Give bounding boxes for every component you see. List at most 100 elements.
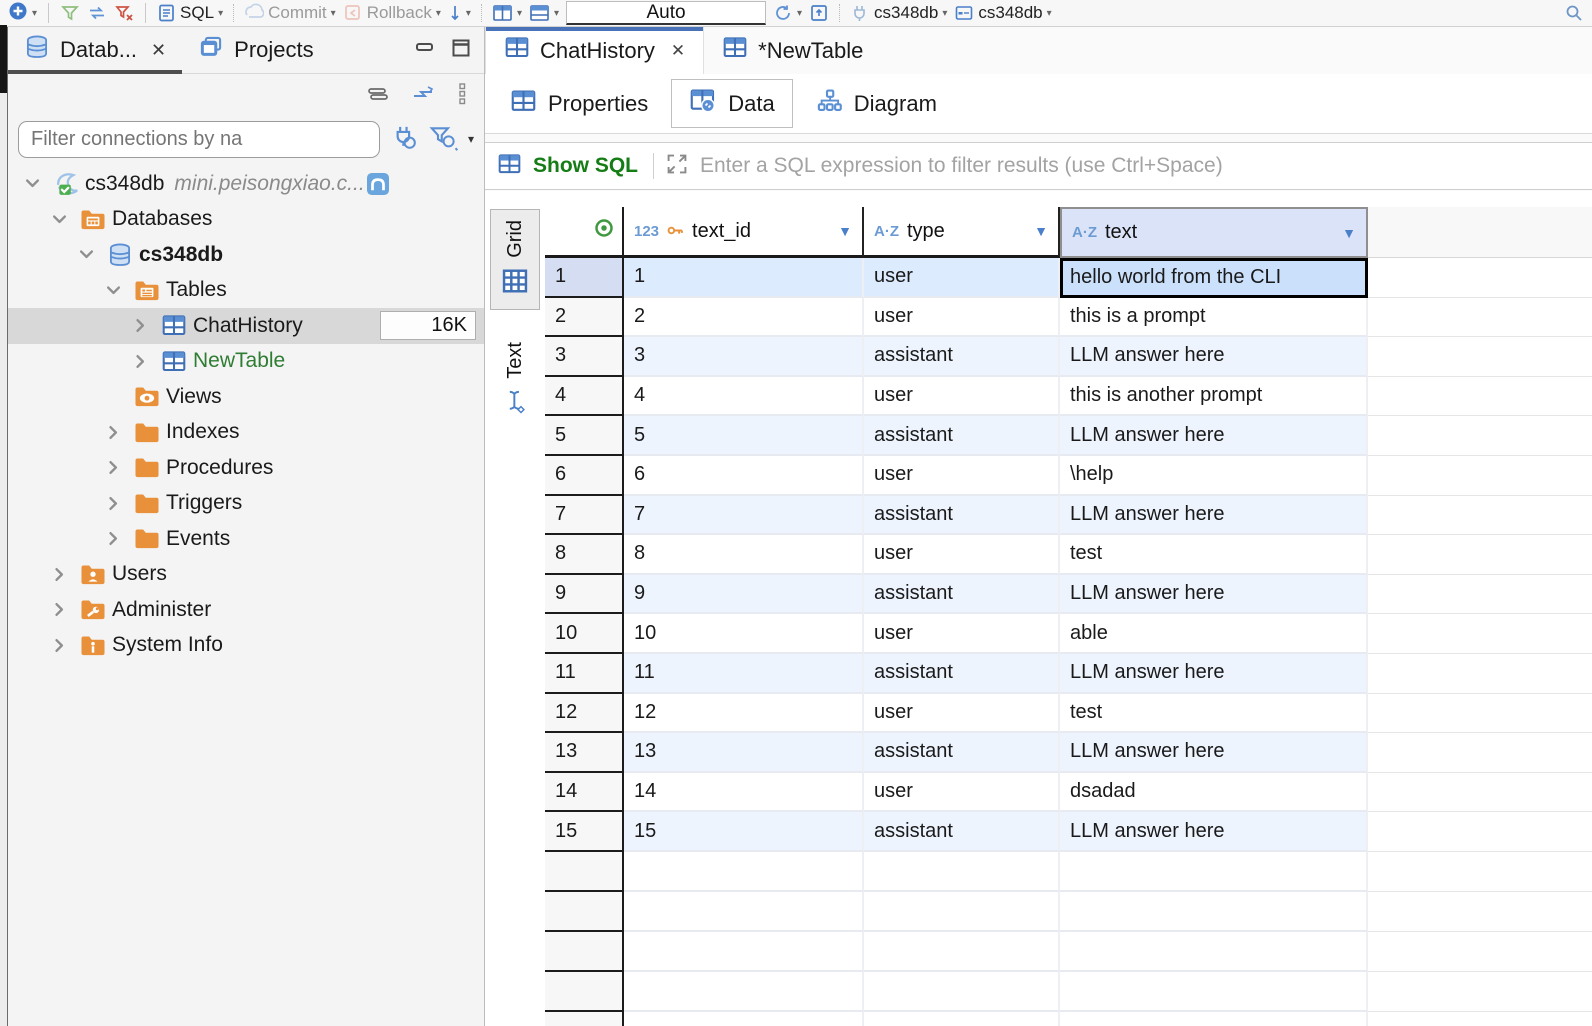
grid-cell[interactable]: able: [1060, 614, 1368, 654]
tree-item-views[interactable]: Views: [8, 379, 484, 415]
grid-cell[interactable]: 11: [624, 654, 864, 694]
grid-cell[interactable]: assistant: [864, 812, 1060, 852]
grid-cell[interactable]: 8: [624, 535, 864, 575]
remove-filter-button[interactable]: [114, 3, 134, 23]
tree-item-chathistory[interactable]: ChatHistory16K: [8, 308, 484, 344]
grid-cell[interactable]: LLM answer here: [1060, 733, 1368, 773]
filter-connections-input[interactable]: [18, 121, 380, 158]
database-selector[interactable]: cs348db▾: [954, 3, 1051, 23]
grid-cell[interactable]: LLM answer here: [1060, 654, 1368, 694]
row-number[interactable]: [545, 972, 624, 1012]
presentation-tab-grid[interactable]: Grid: [490, 209, 540, 310]
grid-cell[interactable]: 2: [624, 298, 864, 338]
column-dropdown-icon[interactable]: ▼: [1342, 225, 1356, 241]
row-number[interactable]: 8: [545, 535, 624, 575]
grid-cell[interactable]: 9: [624, 575, 864, 615]
chevron-down-icon[interactable]: [77, 245, 107, 264]
row-number[interactable]: 9: [545, 575, 624, 615]
grid-cell[interactable]: user: [864, 298, 1060, 338]
row-number[interactable]: 15: [545, 812, 624, 852]
grid-cell[interactable]: user: [864, 535, 1060, 575]
grid-cell[interactable]: 13: [624, 733, 864, 773]
presentation-tab-text[interactable]: Text: [490, 332, 540, 430]
row-number[interactable]: 11: [545, 654, 624, 694]
chevron-right-icon[interactable]: [50, 600, 80, 619]
tab-newtable[interactable]: *NewTable: [704, 27, 881, 74]
grid-cell[interactable]: [624, 932, 864, 972]
grid-cell[interactable]: [624, 852, 864, 892]
grid-cell[interactable]: \help: [1060, 456, 1368, 496]
rollback-button[interactable]: Rollback▾: [343, 3, 441, 23]
grid-cell[interactable]: [624, 1012, 864, 1026]
autocommit-selector[interactable]: Auto: [566, 1, 766, 25]
tab-projects[interactable]: Projects: [182, 27, 329, 73]
grid-cell[interactable]: [1060, 1012, 1368, 1026]
grid-cell[interactable]: LLM answer here: [1060, 416, 1368, 456]
chevron-down-icon[interactable]: [104, 281, 134, 300]
tree-item-events[interactable]: Events: [8, 521, 484, 557]
tree-item-cs348db[interactable]: cs348dbmini.peisongxiao.c...: [8, 166, 484, 202]
open-in-window-button[interactable]: [809, 3, 829, 23]
tree-item-tables[interactable]: Tables: [8, 273, 484, 309]
tree-item-cs348db[interactable]: cs348db: [8, 237, 484, 273]
grid-cell[interactable]: [1060, 892, 1368, 932]
grid-cell[interactable]: LLM answer here: [1060, 337, 1368, 377]
grid-cell[interactable]: 6: [624, 456, 864, 496]
grid-cell[interactable]: assistant: [864, 416, 1060, 456]
grid-cell[interactable]: user: [864, 773, 1060, 813]
tree-item-system-info[interactable]: System Info: [8, 628, 484, 664]
grid-cell[interactable]: [1060, 932, 1368, 972]
grid-cell[interactable]: 7: [624, 496, 864, 536]
tree-item-procedures[interactable]: Procedures: [8, 450, 484, 486]
row-number[interactable]: 4: [545, 377, 624, 417]
row-number[interactable]: 2: [545, 298, 624, 338]
view-menu-icon[interactable]: [456, 82, 468, 111]
tab-diagram[interactable]: Diagram: [799, 79, 954, 128]
grid-cell[interactable]: assistant: [864, 496, 1060, 536]
grid-cell[interactable]: user: [864, 456, 1060, 496]
column-header-type[interactable]: A·Z type ▼: [864, 207, 1060, 258]
grid-cell[interactable]: [1060, 972, 1368, 1012]
tab-database-navigator[interactable]: Datab... ✕: [8, 27, 182, 73]
tree-item-users[interactable]: Users: [8, 557, 484, 593]
column-dropdown-icon[interactable]: ▼: [1034, 223, 1048, 239]
tree-item-indexes[interactable]: Indexes: [8, 415, 484, 451]
grid-cell[interactable]: assistant: [864, 654, 1060, 694]
grid-cell[interactable]: dsadad: [1060, 773, 1368, 813]
column-dropdown-icon[interactable]: ▼: [838, 223, 852, 239]
grid-cell[interactable]: [624, 972, 864, 1012]
close-icon[interactable]: ✕: [671, 41, 685, 61]
grid-cell[interactable]: 15: [624, 812, 864, 852]
sql-filter-input[interactable]: [700, 146, 1592, 186]
plug-check-icon[interactable]: [390, 123, 418, 156]
row-number[interactable]: 14: [545, 773, 624, 813]
row-number[interactable]: 12: [545, 694, 624, 734]
grid-cell[interactable]: assistant: [864, 575, 1060, 615]
maximize-panel-icon[interactable]: [450, 38, 472, 63]
filter-settings-icon[interactable]: [428, 123, 458, 156]
grid-cell[interactable]: this is a prompt: [1060, 298, 1368, 338]
link-with-editor-icon[interactable]: [410, 83, 436, 110]
table-edit-button[interactable]: ▾: [529, 4, 559, 23]
selected-cell[interactable]: hello world from the CLI: [1060, 258, 1368, 298]
chevron-right-icon[interactable]: [50, 636, 80, 655]
connection-selector[interactable]: cs348db▾: [850, 3, 947, 23]
grid-cell[interactable]: LLM answer here: [1060, 575, 1368, 615]
filter-connections-button[interactable]: [60, 3, 80, 23]
chevron-right-icon[interactable]: [104, 458, 134, 477]
search-button[interactable]: [1564, 3, 1584, 23]
refresh-button[interactable]: ▾: [773, 3, 802, 23]
tab-properties[interactable]: Properties: [493, 79, 665, 128]
grid-cell[interactable]: [864, 1012, 1060, 1026]
tree-item-administer[interactable]: Administer: [8, 592, 484, 628]
grid-cell[interactable]: LLM answer here: [1060, 496, 1368, 536]
new-connection-button[interactable]: ▾: [8, 1, 37, 26]
grid-cell[interactable]: test: [1060, 694, 1368, 734]
grid-cell[interactable]: [864, 852, 1060, 892]
grid-corner-cell[interactable]: [545, 207, 624, 258]
tree-item-databases[interactable]: Databases: [8, 202, 484, 238]
tab-chathistory[interactable]: ChatHistory ✕: [485, 27, 704, 74]
chevron-right-icon[interactable]: [104, 529, 134, 548]
grid-cell[interactable]: assistant: [864, 733, 1060, 773]
grid-cell[interactable]: 10: [624, 614, 864, 654]
